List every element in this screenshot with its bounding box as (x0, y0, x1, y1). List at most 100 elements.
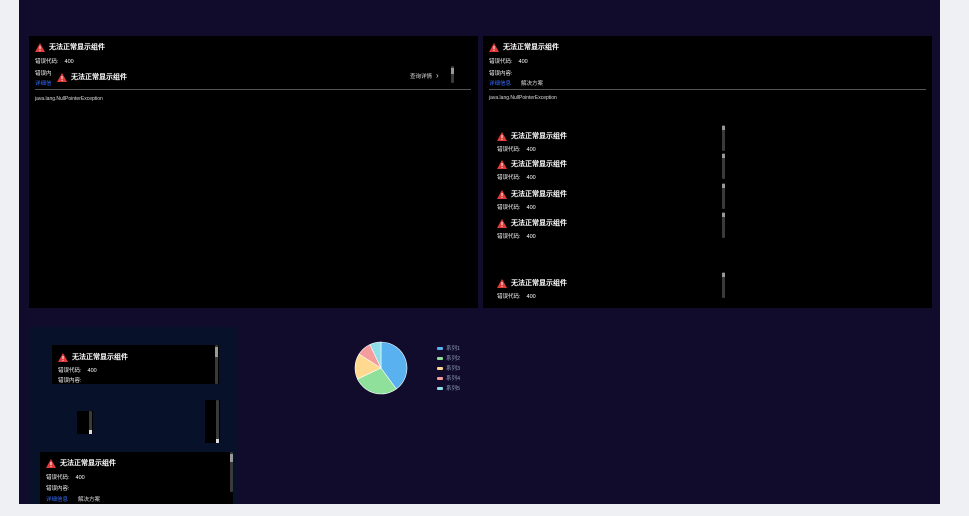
legend-label: 系列5 (446, 386, 461, 392)
warning-icon (489, 42, 499, 52)
error-code-value: 400 (87, 368, 97, 374)
error-header: 无法正常显示组件 (46, 458, 116, 468)
mini-error-code-label: 错误代码: (497, 175, 521, 181)
error-code-value: 400 (64, 59, 74, 65)
mini-error-title: 无法正常显示组件 (511, 220, 567, 227)
scrollbar[interactable] (89, 411, 92, 434)
nested-error-header: 无法正常显示组件 (57, 72, 127, 82)
divider (489, 89, 926, 90)
error-card-small: 无法正常显示组件 错误代码: 400 错误内容: (52, 345, 219, 384)
error-panel-top-right: 无法正常显示组件 错误代码: 400 错误内容: 详细信息 解决方案 java.l… (483, 36, 932, 308)
mini-error-widget: 无法正常显示组件 错误代码: 400 (497, 131, 567, 153)
scrollbar[interactable] (722, 183, 725, 209)
error-code-label: 错误代码: (35, 59, 59, 65)
scrollbar[interactable] (722, 125, 725, 151)
tab-solution[interactable]: 解决方案 (78, 495, 100, 503)
mini-error-title: 无法正常显示组件 (511, 161, 567, 168)
mini-error-widget: 无法正常显示组件 错误代码: 400 (497, 218, 567, 240)
error-code-row: 错误代码: 400 (489, 57, 528, 65)
warning-icon (497, 159, 507, 169)
legend-item[interactable]: 系列4 (437, 373, 460, 383)
mini-error-widget: 无法正常显示组件 错误代码: 400 (497, 159, 567, 181)
error-code-value: 400 (75, 475, 85, 481)
scrollbar[interactable] (722, 153, 725, 179)
warning-icon (46, 458, 56, 468)
mini-error-widget: 无法正常显示组件 错误代码: 400 (497, 189, 567, 211)
scrollbar[interactable] (722, 212, 725, 238)
mini-error-code: 400 (526, 147, 536, 153)
error-code-label: 错误代码: (58, 368, 82, 374)
warning-icon (497, 189, 507, 199)
collapsed-widget (205, 400, 220, 443)
mini-error-code: 400 (526, 234, 536, 240)
mini-error-code-row: 错误代码: 400 (497, 145, 567, 153)
pie-chart[interactable] (353, 340, 409, 396)
tab-details[interactable]: 详细信 (35, 79, 52, 87)
error-content-label: 错误内 (35, 71, 52, 77)
mini-error-widget: 无法正常显示组件 错误代码: 400 (497, 278, 567, 300)
error-code-label: 错误代码: (489, 59, 513, 65)
warning-icon (497, 218, 507, 228)
mini-error-code: 400 (526, 175, 536, 181)
mini-error-title: 无法正常显示组件 (511, 191, 567, 198)
mini-error-header: 无法正常显示组件 (497, 278, 567, 288)
warning-icon (497, 131, 507, 141)
mini-error-code-label: 错误代码: (497, 234, 521, 240)
legend-swatch (437, 366, 443, 370)
mini-error-code-label: 错误代码: (497, 147, 521, 153)
error-content-label: 错误内容: (58, 378, 82, 384)
divider (35, 89, 471, 90)
error-title: 无法正常显示组件 (60, 460, 116, 467)
exception-text: java.lang.NullPointerException (35, 96, 103, 102)
view-details-label: 查询详情 (410, 73, 433, 80)
scrollbar[interactable] (216, 400, 219, 443)
mini-error-header: 无法正常显示组件 (497, 189, 567, 199)
warning-icon (58, 352, 68, 362)
error-content-label: 错误内容: (489, 71, 513, 77)
scrollbar[interactable] (230, 452, 233, 492)
exception-text: java.lang.NullPointerException (489, 95, 557, 101)
error-tabs: 详细信 (35, 79, 52, 87)
tab-solution[interactable]: 解决方案 (521, 79, 543, 87)
nested-error-widget: 无法正常显示组件 (55, 70, 127, 86)
chevron-right-icon: › (436, 71, 439, 80)
mini-error-code: 400 (526, 294, 536, 300)
view-details-link[interactable]: 查询详情 › (410, 71, 439, 80)
legend-item[interactable]: 系列5 (437, 383, 460, 393)
error-content-label: 错误内容: (46, 486, 70, 492)
legend-label: 系列2 (446, 356, 461, 362)
legend-item[interactable]: 系列3 (437, 363, 460, 373)
tab-details[interactable]: 详细信息 (489, 79, 511, 87)
error-title: 无法正常显示组件 (503, 44, 559, 51)
mini-error-header: 无法正常显示组件 (497, 218, 567, 228)
mini-error-code: 400 (526, 205, 536, 211)
error-title: 无法正常显示组件 (49, 44, 105, 51)
scrollbar[interactable] (722, 272, 725, 298)
error-code-row: 错误代码: 400 (46, 473, 85, 481)
error-code-row: 错误代码: 400 (35, 57, 74, 65)
mini-error-code-label: 错误代码: (497, 205, 521, 211)
legend-swatch (437, 376, 443, 380)
error-code-row: 错误代码: 400 (58, 366, 97, 374)
mini-error-code-row: 错误代码: 400 (497, 232, 567, 240)
error-code-label: 错误代码: (46, 475, 70, 481)
warning-icon (497, 278, 507, 288)
scrollbar[interactable] (451, 66, 454, 83)
collapsed-widget (77, 411, 93, 434)
warning-icon (57, 72, 67, 82)
mini-error-code-row: 错误代码: 400 (497, 292, 567, 300)
tab-details[interactable]: 详细信息 (46, 495, 68, 503)
error-header: 无法正常显示组件 (35, 42, 105, 52)
error-panel-top-left: 无法正常显示组件 错误代码: 400 错误内 详细信 无法正常显示组件 查询详情 … (29, 36, 478, 308)
error-title: 无法正常显示组件 (72, 354, 128, 361)
scrollbar[interactable] (215, 345, 218, 384)
legend-label: 系列4 (446, 376, 461, 382)
error-tabs: 详细信息 解决方案 (489, 79, 543, 87)
error-code-value: 400 (518, 59, 528, 65)
legend-swatch (437, 356, 443, 360)
chart-legend: 系列1 系列2 系列3 系列4 系列5 (437, 343, 460, 393)
warning-icon (35, 42, 45, 52)
legend-item[interactable]: 系列1 (437, 343, 460, 353)
mini-error-code-row: 错误代码: 400 (497, 173, 567, 181)
legend-item[interactable]: 系列2 (437, 353, 460, 363)
